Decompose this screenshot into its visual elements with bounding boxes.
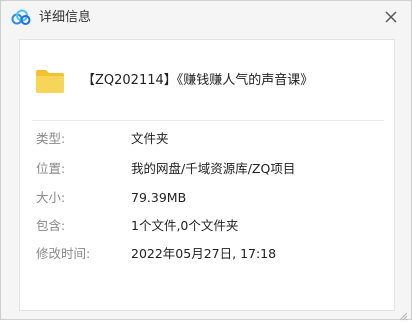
detail-row-modified: 修改时间: 2022年05月27日, 17:18 bbox=[36, 245, 386, 263]
type-label: 类型: bbox=[36, 131, 66, 146]
title-bar[interactable]: 详细信息 bbox=[1, 1, 411, 37]
cloud-icon bbox=[11, 9, 31, 27]
location-value: 我的网盘/千域资源库/ZQ项目 bbox=[131, 161, 296, 176]
detail-row-contains: 包含: 1个文件,0个文件夹 bbox=[36, 217, 386, 235]
dialog-title: 详细信息 bbox=[39, 10, 92, 25]
contains-value: 1个文件,0个文件夹 bbox=[131, 218, 239, 233]
resize-grip-icon[interactable] bbox=[399, 306, 408, 321]
modified-value: 2022年05月27日, 17:18 bbox=[131, 246, 277, 261]
contains-label: 包含: bbox=[36, 218, 66, 233]
location-label: 位置: bbox=[36, 161, 66, 176]
size-value: 79.39MB bbox=[131, 190, 187, 205]
modified-label: 修改时间: bbox=[36, 246, 91, 261]
detail-row-size: 大小: 79.39MB bbox=[36, 189, 386, 207]
file-name: 【ZQ202114】《赚钱赚人气的声音课》 bbox=[82, 73, 314, 88]
close-icon[interactable] bbox=[383, 9, 399, 25]
file-header: 【ZQ202114】《赚钱赚人气的声音课》 bbox=[20, 40, 394, 112]
divider bbox=[32, 120, 384, 121]
type-value: 文件夹 bbox=[131, 131, 169, 146]
details-panel: 【ZQ202114】《赚钱赚人气的声音课》 类型: 文件夹 位置: 我的网盘/千… bbox=[19, 39, 395, 311]
detail-row-location: 位置: 我的网盘/千域资源库/ZQ项目 bbox=[36, 160, 386, 178]
size-label: 大小: bbox=[36, 190, 66, 205]
detail-row-type: 类型: 文件夹 bbox=[36, 130, 386, 148]
folder-icon bbox=[35, 68, 65, 98]
details-dialog: 详细信息 【ZQ202114】《赚钱赚人气的声音课》 类型: 文件夹 位置: 我… bbox=[0, 0, 412, 321]
